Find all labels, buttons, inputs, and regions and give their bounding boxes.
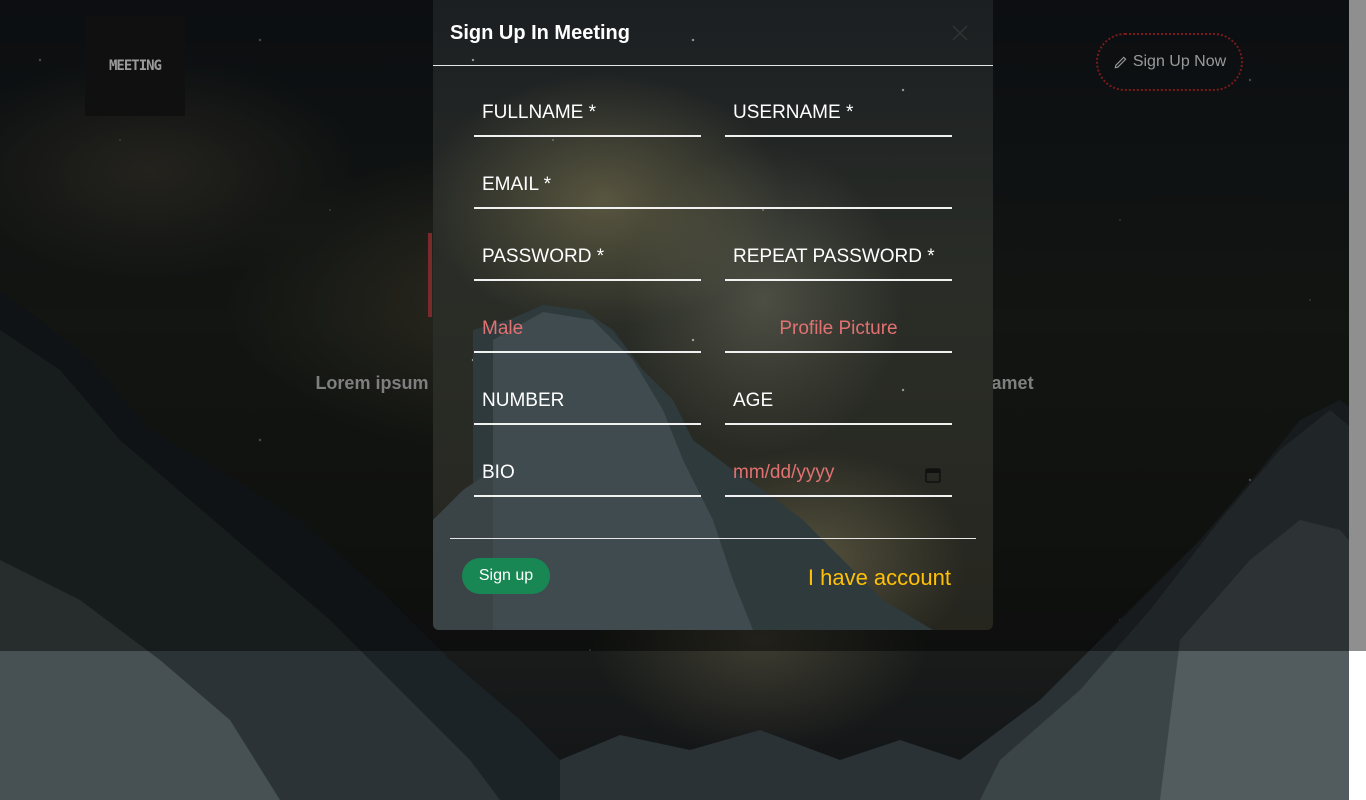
bio-input[interactable]: BIO xyxy=(474,454,701,497)
modal-title: Sign Up In Meeting xyxy=(450,22,630,44)
fullname-input[interactable]: FULLNAME * xyxy=(474,94,701,137)
sign-up-now-label: Sign Up Now xyxy=(1132,53,1227,70)
scrollbar[interactable] xyxy=(1349,0,1366,651)
close-icon[interactable] xyxy=(951,24,969,42)
number-input[interactable]: NUMBER xyxy=(474,382,701,425)
site-logo[interactable]: MEETING xyxy=(85,16,185,116)
have-account-link[interactable]: I have account xyxy=(779,565,951,591)
age-input[interactable]: AGE xyxy=(725,382,952,425)
gender-select[interactable]: Male xyxy=(474,310,701,353)
signup-button[interactable]: Sign up xyxy=(462,558,550,594)
repeat-password-input[interactable]: REPEAT PASSWORD * xyxy=(725,238,952,281)
profile-picture-input[interactable]: Profile Picture xyxy=(725,310,952,353)
birthdate-input[interactable]: mm/dd/yyyy xyxy=(725,454,952,497)
accent-bar xyxy=(428,233,432,317)
pencil-icon xyxy=(1114,56,1127,68)
modal-header: Sign Up In Meeting xyxy=(433,0,993,66)
sign-up-now-button[interactable]: Sign Up Now xyxy=(1096,33,1243,91)
email-input[interactable]: EMAIL * xyxy=(474,166,952,209)
signup-modal: Sign Up In Meeting FULLNAME * USERNAME *… xyxy=(433,0,993,630)
scrollbar-gap xyxy=(1349,651,1366,800)
birthdate-placeholder: mm/dd/yyyy xyxy=(733,462,835,483)
username-input[interactable]: USERNAME * xyxy=(725,94,952,137)
footer-divider xyxy=(450,538,976,539)
calendar-icon[interactable] xyxy=(924,466,942,484)
password-input[interactable]: PASSWORD * xyxy=(474,238,701,281)
